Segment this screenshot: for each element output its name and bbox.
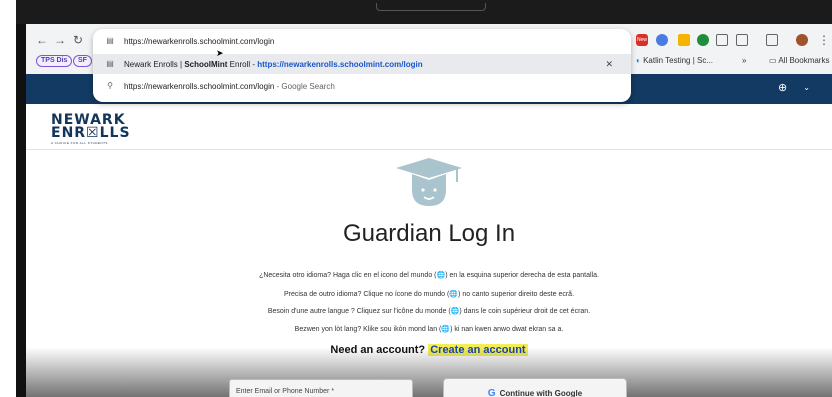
reload-icon[interactable]: ↻	[70, 32, 86, 48]
need-account-text: Need an account?	[330, 344, 426, 356]
suggestion-text: Newark Enrolls | SchoolMint Enroll - htt…	[124, 60, 423, 69]
logo-line2: ENR☒LLS	[51, 125, 131, 141]
lang-instructions-pt: Precisa de outro idioma? Clique no ícone…	[283, 291, 575, 298]
mouse-cursor-icon: ➤	[216, 48, 224, 58]
reading-list-icon[interactable]	[766, 34, 778, 46]
need-account-row: Need an account? Create an account	[26, 344, 832, 356]
chevron-down-icon[interactable]: ⌄	[803, 83, 810, 92]
search-query: https://newarkenrolls.schoolmint.com/log…	[124, 82, 275, 91]
forward-icon[interactable]: →	[52, 32, 68, 48]
more-bookmarks[interactable]: »	[742, 56, 746, 65]
video-frame-bar	[16, 0, 26, 397]
bookmark-katlin[interactable]: ◐ Katlin Testing | Sc...	[636, 56, 713, 65]
extension-icon[interactable]	[716, 34, 728, 46]
google-button-label: Continue with Google	[499, 389, 583, 397]
edge-icon: ◐	[636, 56, 644, 65]
create-account-link[interactable]: Create an account	[428, 344, 528, 356]
omnibox-dropdown: ▤ https://newarkenrolls.schoolmint.com/l…	[93, 29, 631, 102]
suggestion-suffix: Enroll -	[227, 60, 258, 69]
folder-icon: ▭	[769, 56, 779, 65]
new-extension-icon[interactable]: New	[636, 34, 648, 46]
video-frame-top	[16, 0, 832, 24]
email-field[interactable]: Enter Email or Phone Number *	[229, 379, 413, 397]
close-icon[interactable]: ✕	[605, 59, 613, 70]
divider	[26, 149, 832, 150]
google-icon: G	[487, 388, 496, 397]
back-icon[interactable]: ←	[34, 32, 50, 48]
globe-icon[interactable]: ⊕	[778, 82, 790, 94]
suggestion-history[interactable]: ▤ Newark Enrolls | SchoolMint Enroll - h…	[93, 54, 631, 74]
search-suggestion-text: https://newarkenrolls.schoolmint.com/log…	[124, 82, 335, 91]
extension-icon[interactable]	[678, 34, 690, 46]
google-signin-button[interactable]: G Continue with Google	[443, 378, 627, 397]
omnibox-input-row[interactable]: ▤ https://newarkenrolls.schoolmint.com/l…	[93, 31, 631, 51]
suggestion-url: https://newarkenrolls.schoolmint.com/log…	[257, 60, 423, 69]
suggestion-prefix: Newark Enrolls |	[124, 60, 185, 69]
avatar[interactable]	[796, 34, 808, 46]
logo-tagline: A CHOICE FOR ALL STUDENTS	[51, 141, 108, 145]
menu-icon[interactable]: ⋮	[816, 32, 832, 48]
login-page: NEWARK ENR☒LLS A CHOICE FOR ALL STUDENTS…	[26, 104, 832, 397]
all-bookmarks-label: All Bookmarks	[778, 56, 830, 65]
suggestion-search[interactable]: ⚲ https://newarkenrolls.schoolmint.com/l…	[93, 76, 631, 96]
suggestion-bold: SchoolMint	[184, 60, 228, 69]
lang-instructions-ht: Bezwen yon lòt lang? Klike sou ikòn mond…	[294, 326, 564, 333]
newark-enrolls-logo[interactable]: NEWARK ENR☒LLS	[51, 113, 131, 141]
lang-instructions-es: ¿Necesita otro idioma? Haga clic en el i…	[259, 272, 599, 279]
extension-icon[interactable]	[697, 34, 709, 46]
search-icon: ⚲	[107, 81, 113, 90]
graduate-icon	[396, 158, 462, 206]
all-bookmarks[interactable]: ▭ All Bookmarks	[769, 56, 829, 65]
puzzle-icon[interactable]	[736, 34, 748, 46]
bookmark-sf[interactable]: SF	[73, 55, 92, 67]
bookmark-label: Katlin Testing | Sc...	[643, 56, 714, 65]
page-title: Guardian Log In	[342, 220, 516, 247]
frame-notch	[376, 3, 486, 11]
lang-instructions-fr: Besoin d'une autre langue ? Cliquez sur …	[267, 308, 591, 315]
extension-icon[interactable]	[656, 34, 668, 46]
search-engine: - Google Search	[274, 82, 335, 91]
omnibox-input[interactable]: https://newarkenrolls.schoolmint.com/log…	[124, 37, 274, 46]
page-icon: ▤	[106, 59, 114, 68]
bookmark-tps[interactable]: TPS Dis	[36, 55, 73, 67]
page-icon: ▤	[106, 36, 114, 45]
